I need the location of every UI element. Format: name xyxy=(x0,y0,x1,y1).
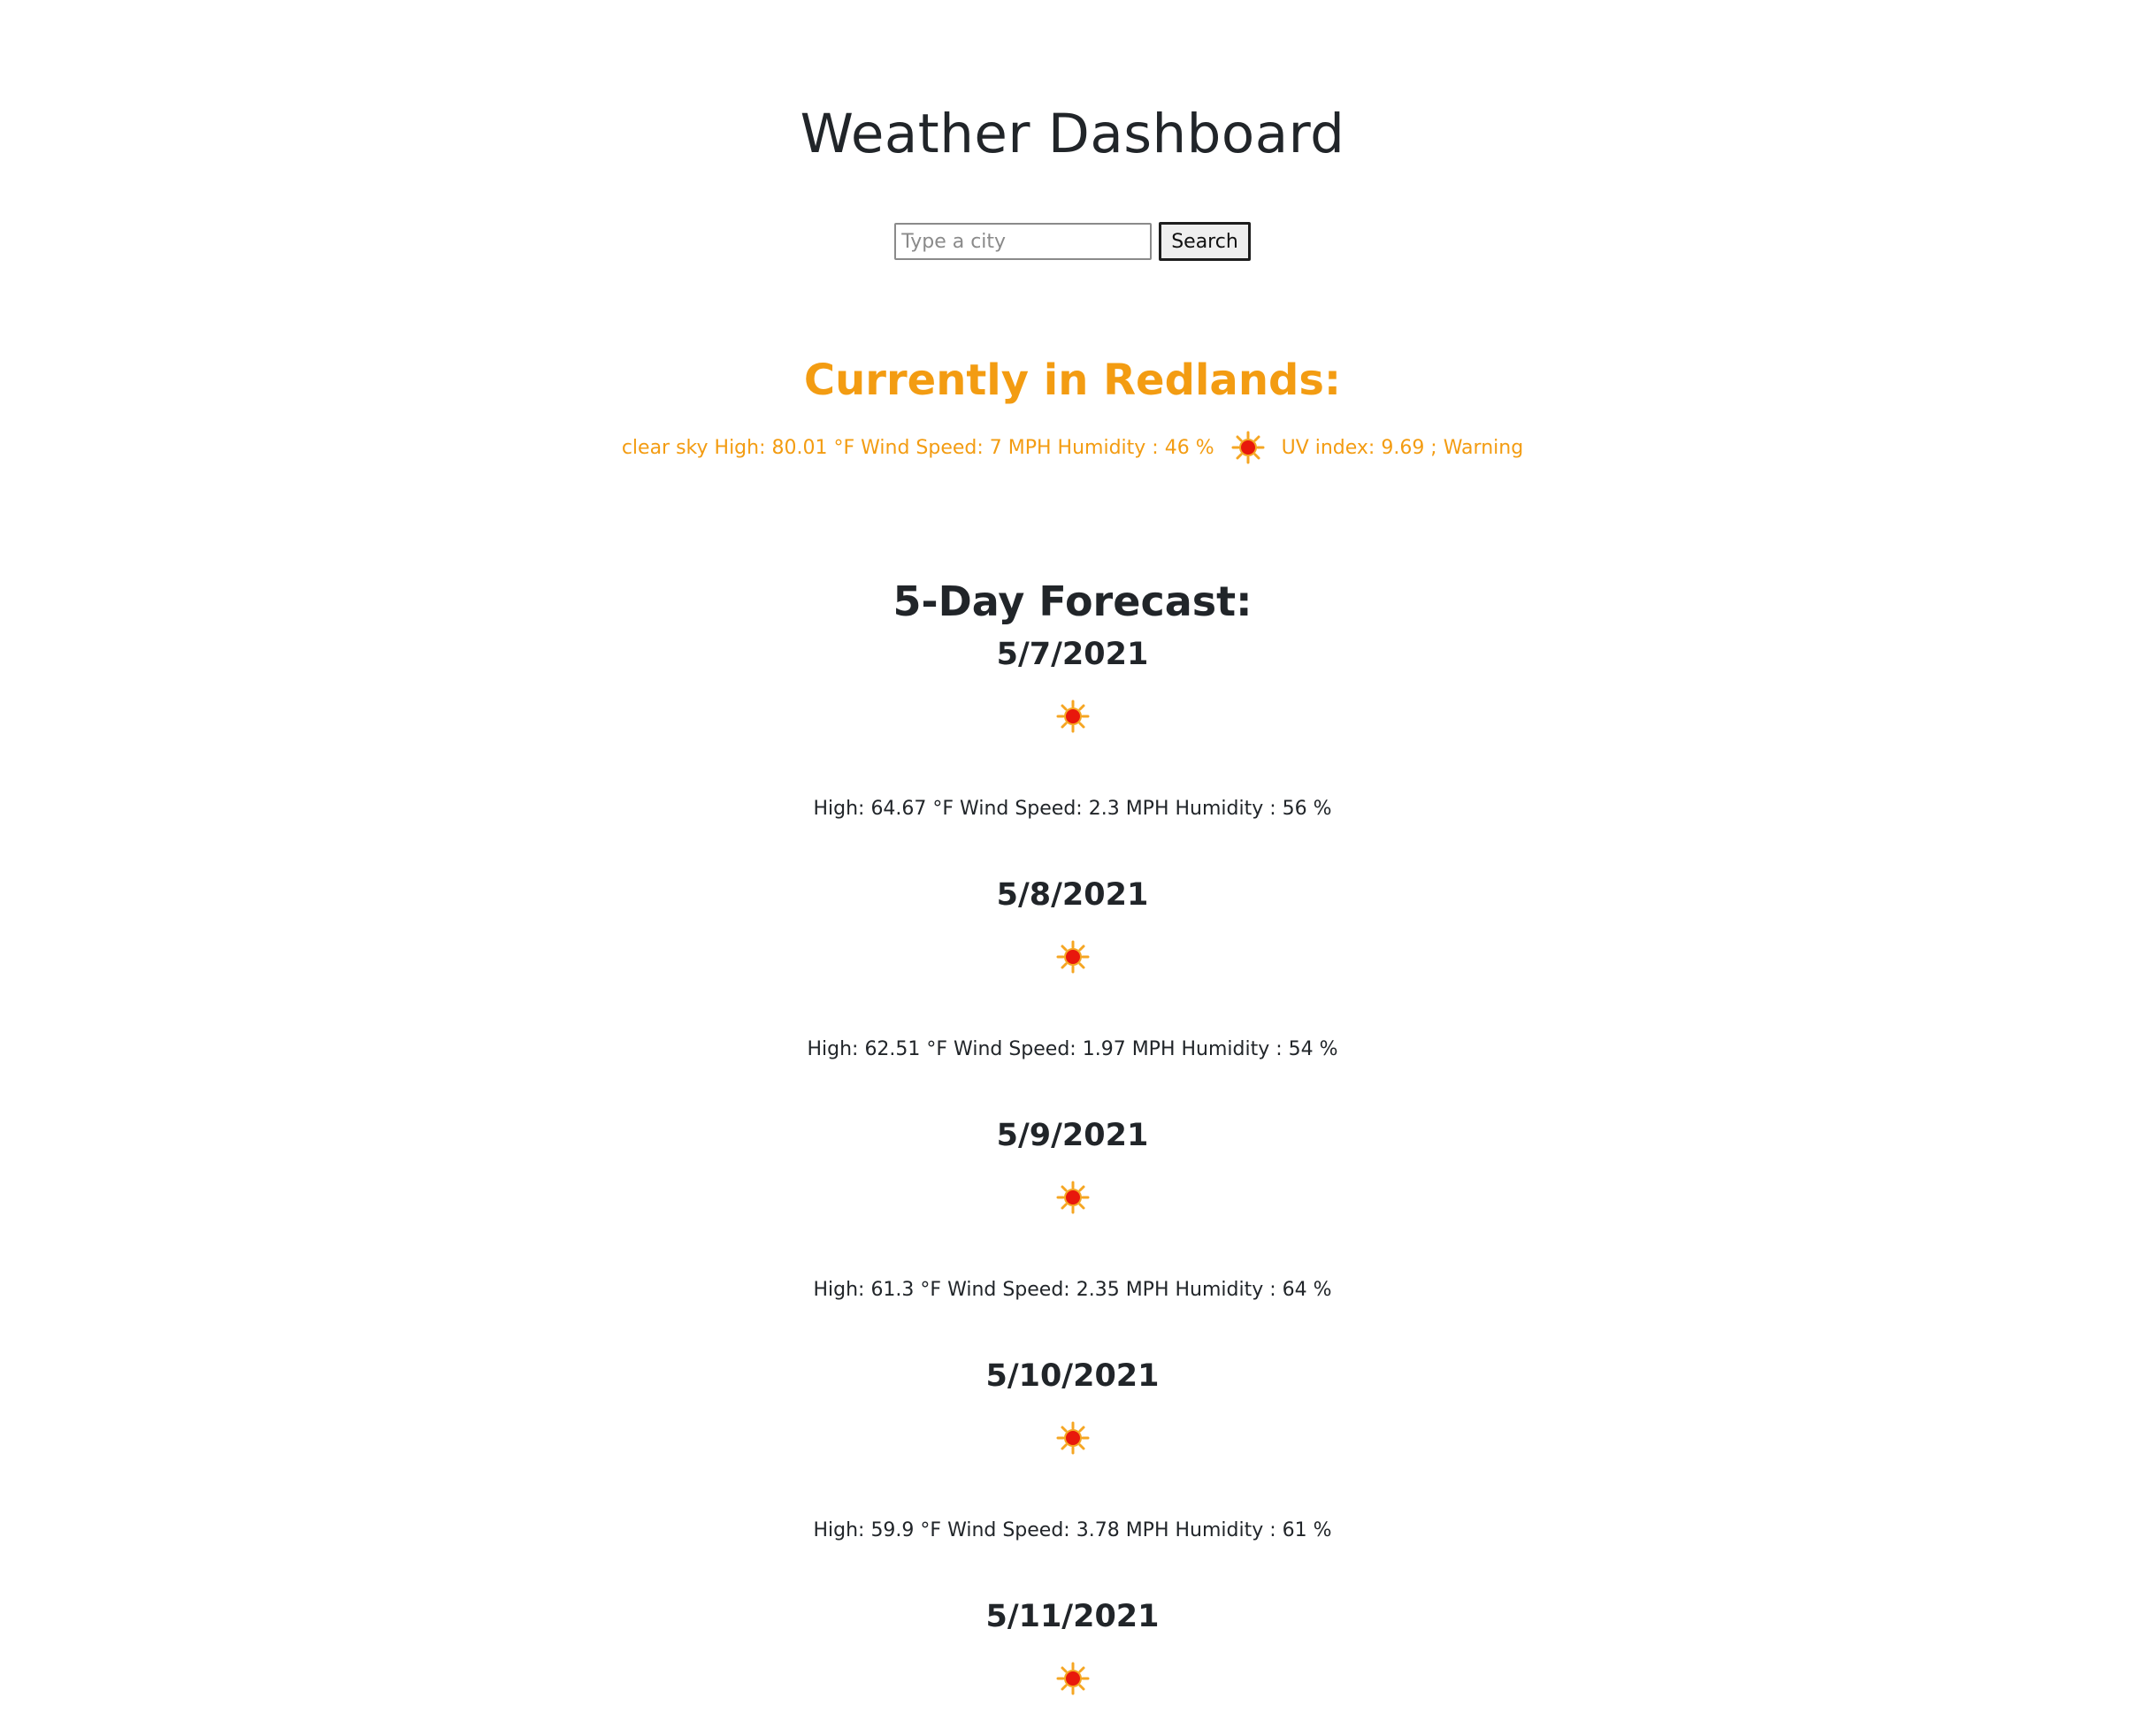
sun-icon xyxy=(1055,699,1091,734)
forecast-day-icon-wrapper xyxy=(0,1658,2145,1699)
sun-icon xyxy=(1230,430,1266,465)
uv-index-text: UV index: 9.69 ; Warning xyxy=(1281,436,1524,459)
current-description: clear sky xyxy=(621,436,709,459)
current-weather-details: clear sky High: 80.01 °F Wind Speed: 7 M… xyxy=(0,430,2145,465)
forecast-day-date: 5/8/2021 xyxy=(996,877,1149,913)
forecast-day-icon-wrapper xyxy=(0,696,2145,737)
forecast-day-icon-wrapper xyxy=(0,1177,2145,1218)
forecast-day-icon-wrapper xyxy=(0,937,2145,977)
sun-icon xyxy=(1055,1661,1091,1696)
forecast-day-icon-wrapper xyxy=(0,1418,2145,1458)
city-search-input[interactable] xyxy=(894,223,1153,260)
forecast-day-stats: High: 61.3 °F Wind Speed: 2.35 MPH Humid… xyxy=(813,1279,1332,1301)
sun-icon xyxy=(1055,1420,1091,1456)
forecast-day-stats: High: 64.67 °F Wind Speed: 2.3 MPH Humid… xyxy=(813,798,1332,820)
forecast-day-date: 5/7/2021 xyxy=(996,637,1149,672)
sun-icon xyxy=(1055,939,1091,975)
current-stats: High: 80.01 °F Wind Speed: 7 MPH Humidit… xyxy=(714,436,1214,459)
forecast-day-stats: High: 59.9 °F Wind Speed: 3.78 MPH Humid… xyxy=(813,1519,1332,1541)
forecast-heading: 5-Day Forecast: xyxy=(892,577,1253,625)
forecast-day-date: 5/11/2021 xyxy=(985,1599,1160,1634)
page-title: Weather Dashboard xyxy=(800,103,1345,165)
forecast-day-date: 5/10/2021 xyxy=(985,1358,1160,1394)
current-weather-heading: Currently in Redlands: xyxy=(803,356,1342,405)
search-bar: Search xyxy=(0,220,2145,263)
sun-icon xyxy=(1055,1180,1091,1215)
search-button[interactable]: Search xyxy=(1159,222,1251,261)
forecast-day-date: 5/9/2021 xyxy=(996,1118,1149,1153)
forecast-day-stats: High: 62.51 °F Wind Speed: 1.97 MPH Humi… xyxy=(807,1038,1338,1060)
weather-dashboard-page: Weather Dashboard Search Currently in Re… xyxy=(0,0,2145,1736)
